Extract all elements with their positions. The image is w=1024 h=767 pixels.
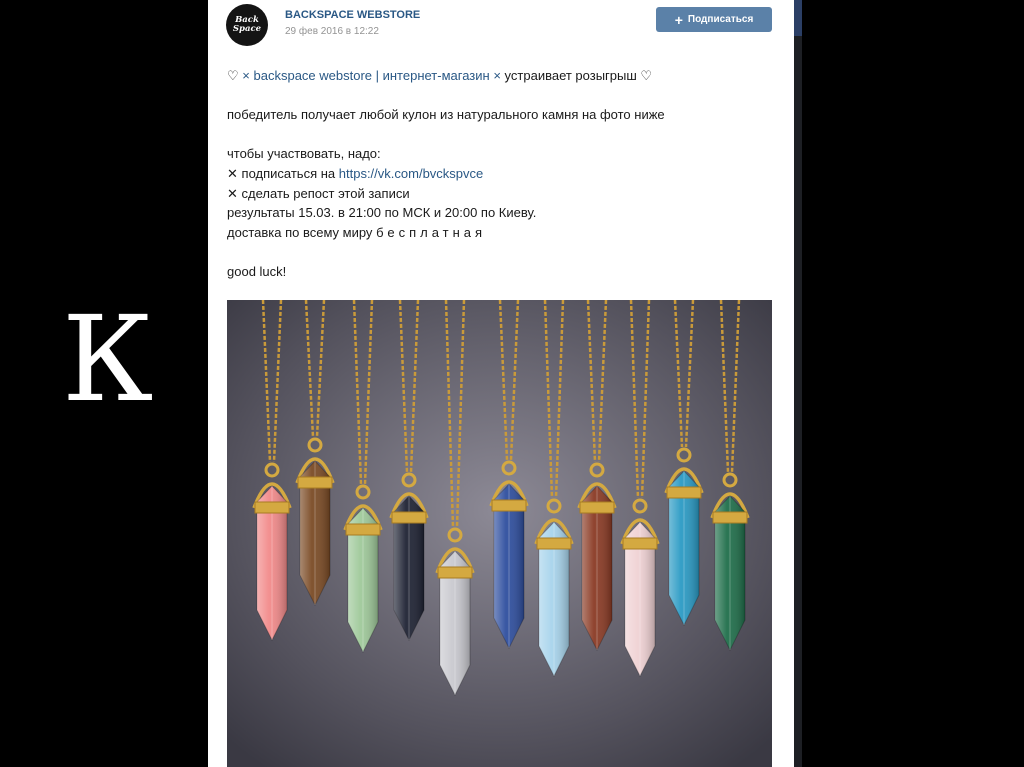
- heart-icon: ♡: [227, 68, 239, 83]
- post-line-delivery: доставка по всему миру бесплатная: [227, 223, 787, 243]
- avatar[interactable]: Back Space: [226, 4, 268, 46]
- free-text: бесплатная: [376, 224, 487, 240]
- plus-icon: +: [674, 11, 683, 28]
- post-line-prize: победитель получает любой кулон из натур…: [227, 107, 665, 123]
- post-date[interactable]: 29 фев 2016 в 12:22: [285, 26, 379, 37]
- post-line-rules: чтобы участвовать, надо:: [227, 146, 381, 162]
- slide-letter: К: [62, 290, 154, 428]
- adjacent-window-edge: [794, 0, 802, 767]
- cross-mark: ×: [493, 68, 501, 83]
- crystal-pendants-photo[interactable]: [227, 300, 772, 767]
- subscribe-button[interactable]: + Подписаться: [656, 7, 772, 32]
- title-text: устраивает розыгрыш: [504, 68, 637, 83]
- post-line-results: результаты 15.03. в 21:00 по МСК и 20:00…: [227, 205, 537, 221]
- vk-post: Back Space BACKSPACE WEBSTORE 29 фев 201…: [208, 0, 794, 767]
- cross-mark-icon: ✕: [227, 185, 238, 201]
- post-author[interactable]: BACKSPACE WEBSTORE: [285, 9, 420, 21]
- delivery-text: доставка по всему миру: [227, 224, 373, 240]
- post-line-repost: ✕ сделать репост этой записи: [227, 184, 787, 204]
- vk-url-link[interactable]: https://vk.com/bvckspvce: [339, 166, 484, 181]
- avatar-text-line: Space: [232, 24, 262, 34]
- subscribe-label: Подписаться: [687, 14, 754, 25]
- post-header: Back Space BACKSPACE WEBSTORE 29 фев 201…: [208, 0, 794, 52]
- post-text: ♡ × backspace webstore | интернет-магази…: [227, 66, 787, 282]
- post-line-subscribe: ✕ подписаться на https://vk.com/bvckspvc…: [227, 164, 787, 184]
- photo-canvas: [227, 300, 772, 767]
- cross-mark: ×: [242, 68, 250, 83]
- rule-text: подписаться на: [241, 165, 336, 181]
- post-line-goodluck: good luck!: [227, 263, 287, 279]
- heart-icon: ♡: [640, 68, 653, 83]
- community-link[interactable]: backspace webstore | интернет-магазин: [254, 68, 490, 83]
- rule-text: сделать репост этой записи: [241, 185, 410, 201]
- post-line-title: ♡ × backspace webstore | интернет-магази…: [227, 66, 787, 86]
- cross-mark-icon: ✕: [227, 165, 238, 181]
